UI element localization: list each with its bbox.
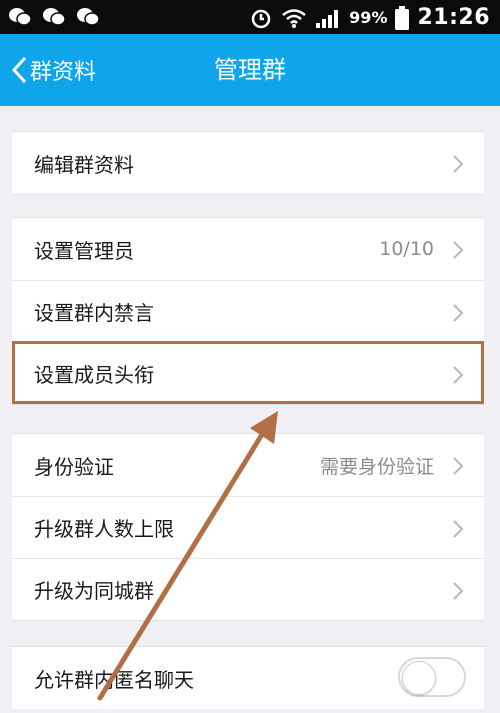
annotation-arrow <box>97 411 278 701</box>
